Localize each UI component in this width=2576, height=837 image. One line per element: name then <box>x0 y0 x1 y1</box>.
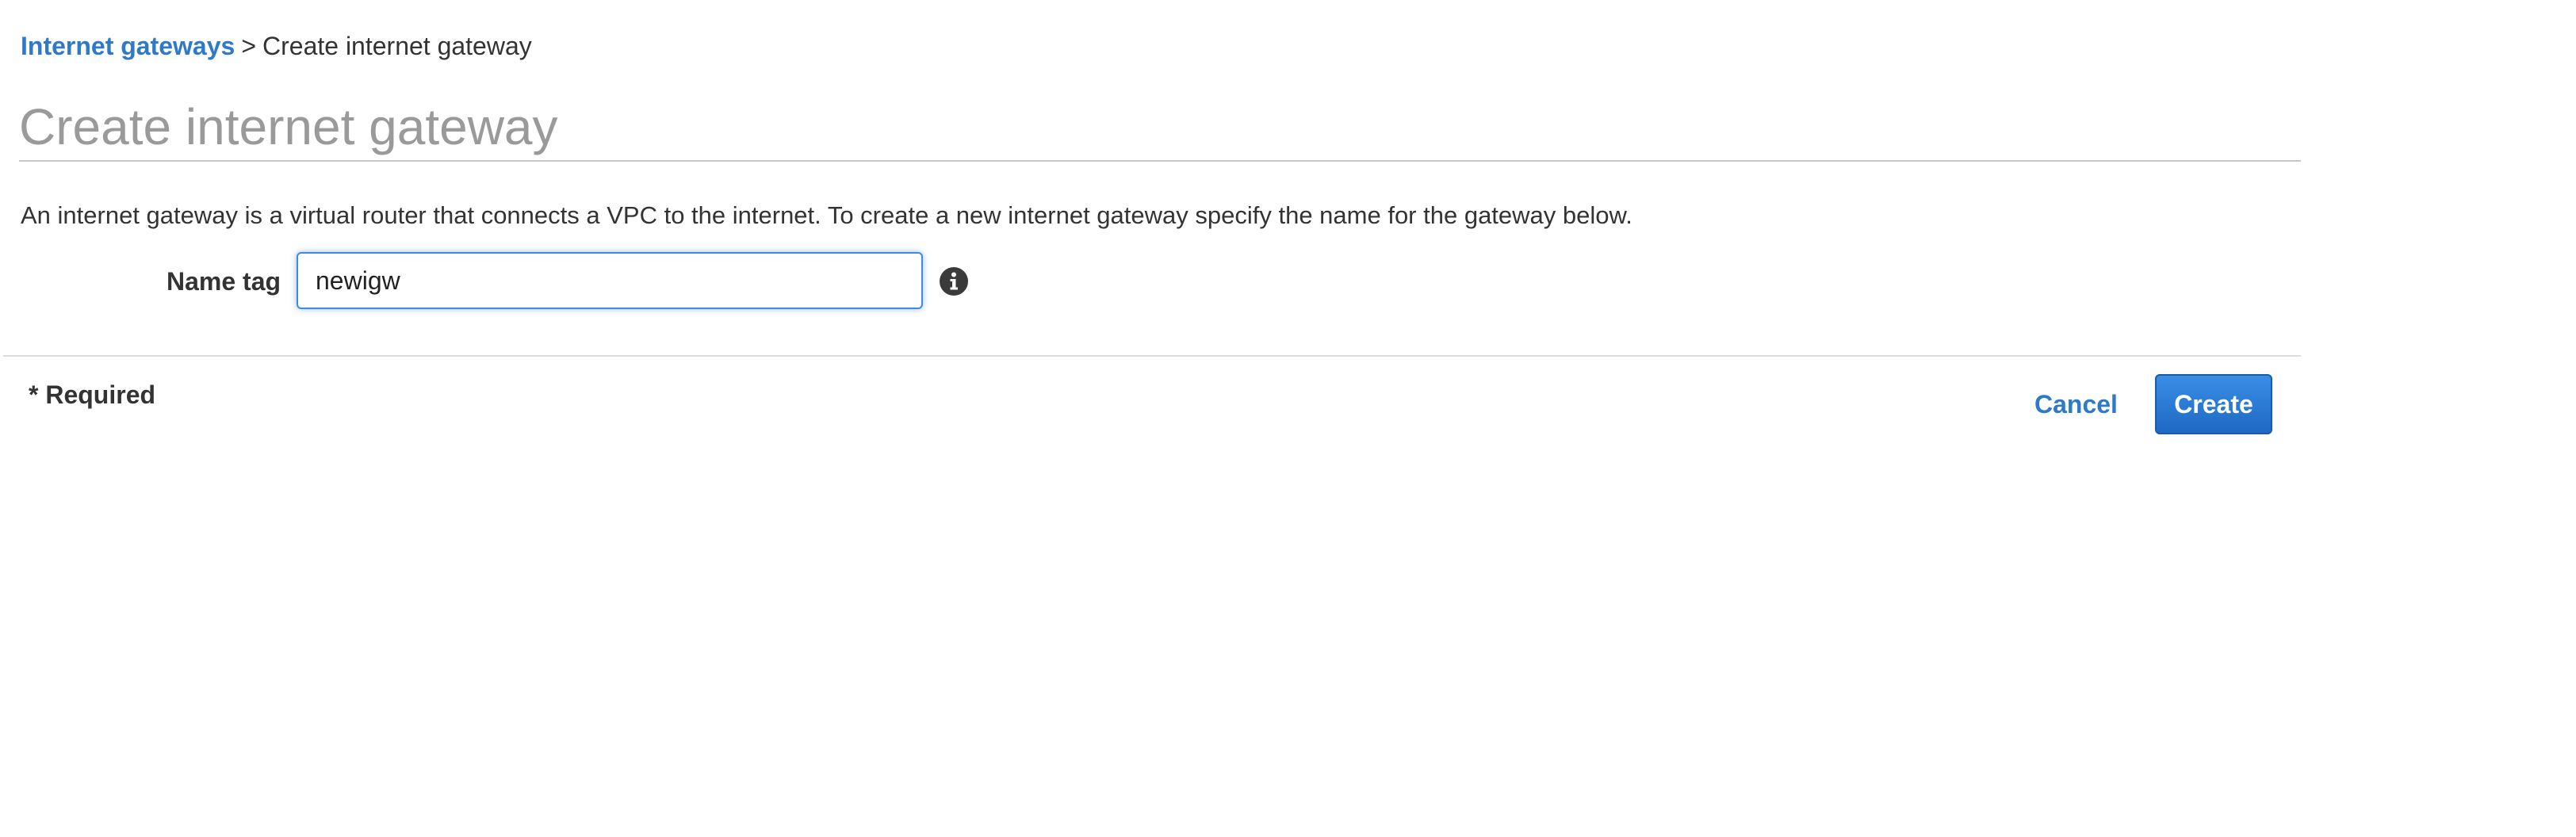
page-description: An internet gateway is a virtual router … <box>21 201 1632 229</box>
breadcrumb-current: Create internet gateway <box>262 32 532 60</box>
name-tag-label: Name tag <box>167 267 281 296</box>
cancel-button[interactable]: Cancel <box>2034 388 2118 420</box>
name-tag-input[interactable] <box>297 252 923 309</box>
create-button[interactable]: Create <box>2155 374 2272 434</box>
required-note: * Required <box>29 380 156 409</box>
page-title: Create internet gateway <box>19 98 558 155</box>
footer-divider <box>3 355 2301 357</box>
title-divider <box>19 160 2301 162</box>
info-icon[interactable] <box>939 266 969 296</box>
create-internet-gateway-page: Internet gateways > Create internet gatewa… <box>0 0 2576 837</box>
breadcrumb: Internet gateways > Create internet gatewa… <box>21 30 532 62</box>
breadcrumb-link-internet-gateways[interactable]: Internet gateways <box>21 32 235 60</box>
breadcrumb-separator: > <box>241 32 256 60</box>
